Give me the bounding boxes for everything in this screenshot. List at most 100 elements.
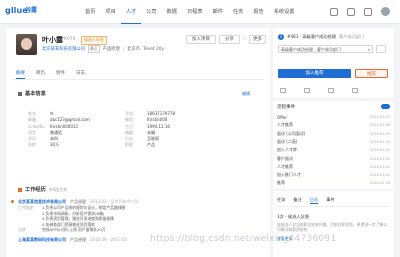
nav-item[interactable]: 任务 (228, 0, 248, 24)
note-icon[interactable] (352, 88, 358, 93)
star-icon[interactable]: ☆ (242, 35, 247, 42)
activity-tab[interactable]: 备注 (293, 197, 301, 204)
nav-item[interactable]: 公司 (141, 0, 161, 24)
process-event-label: 推荐 (277, 180, 285, 186)
process-event[interactable]: Offer 2018.03.07 (277, 113, 390, 121)
work-detail-label: 业绩 (18, 227, 26, 233)
candidate-company[interactable]: 北京某某科技有限公司 (42, 46, 85, 52)
more-button[interactable]: 更多 (249, 35, 266, 44)
tab-divider (12, 79, 264, 80)
process-events-card: 流程事件 Offer 2018.03.07 人才推荐 2018.03.06 面试 (公司… (273, 101, 394, 189)
field-value: 产品 (147, 142, 155, 148)
candidate-location: 北京市 (127, 47, 141, 52)
nav-item[interactable]: 项目 (100, 0, 120, 24)
pipeline-card: 1 #461 · 高级客户成功经理 客户成功部门 高级客户成功经理 · 客户成功… (273, 28, 394, 98)
field-label: 年龄 (28, 142, 36, 148)
step-label[interactable]: #461 · 高级客户成功经理 (287, 34, 336, 40)
basic-info-fields: 姓名叶手机 18637179778 邮箱 abc123@gmail.com 微信 Kris… (28, 111, 248, 149)
note-desc: 该候选人对当前职位较有兴趣，目前在职状态，希望进一步了解公司情况和薪资结构 (277, 222, 388, 232)
process-event-date: 2018.02.28 (369, 181, 390, 186)
edit-basic-button[interactable]: 编辑 (242, 91, 250, 97)
app-window: gllue 谷露 首页 项目 人才 公司 数据 日程表 邮件 任务 报告 系统设置 叶小露 #07… (0, 0, 400, 257)
process-event[interactable]: 面试 (二面) 2018.03.04 (277, 138, 390, 146)
process-event[interactable]: 加入人才库 2018.03.03 (277, 146, 390, 154)
work-role: 产品经理 (70, 236, 86, 242)
info-row: 年龄 30万 职能 产品 (28, 142, 248, 148)
page-body: 叶小露 #079 候选人标签 北京某某科技有限公司 最近 产品经理 | 北京市 … (0, 24, 400, 257)
candidate-tag[interactable]: 候选人标签 (81, 35, 107, 45)
activity-tab[interactable]: 事件 (326, 197, 334, 204)
process-event-date: 2018.03.04 (369, 139, 390, 144)
quick-actions (280, 88, 358, 93)
user-avatar[interactable] (381, 7, 390, 16)
candidate-panel: 叶小露 #079 候选人标签 北京某某科技有限公司 最近 产品经理 | 北京市 … (6, 28, 270, 257)
basic-info-heading: 基本信息 (18, 90, 46, 97)
process-event[interactable]: 人才推荐 2018.03.06 (277, 121, 390, 129)
work-detail-text: 完成APP从0到1上线 用户量增长20万 (42, 227, 106, 233)
process-event-date: 2018.03.05 (369, 131, 390, 136)
mail-icon[interactable] (304, 88, 310, 93)
logo[interactable]: gllue 谷露 (5, 5, 45, 17)
process-event-date: 2018.03.06 (369, 123, 390, 128)
nav-item[interactable]: 系统设置 (269, 0, 300, 24)
right-sidebar: 1 #461 · 高级客户成功经理 客户成功部门 高级客户成功经理 · 客户成功… (273, 28, 394, 257)
activity-tab[interactable]: 日志 (309, 197, 319, 204)
step-dept: 客户成功部门 (339, 34, 365, 39)
toggle-switch[interactable] (381, 104, 390, 109)
watermark: https://blog.csdn.net/weixin_44736091 (150, 234, 337, 244)
help-icon[interactable] (364, 7, 372, 16)
section-icon (18, 187, 22, 192)
profile-tab[interactable]: 日志 (76, 70, 85, 79)
nav-item[interactable]: 报告 (248, 0, 268, 24)
nav-item[interactable]: 数据 (162, 0, 182, 24)
candidate-name: 叶小露 (42, 36, 63, 44)
timeline-dot (11, 200, 14, 203)
job-select-value: 高级客户成功经理 · 客户成功部门 (281, 47, 341, 52)
nav-item[interactable]: 首页 (80, 0, 100, 24)
main-nav: 首页 项目 人才 公司 数据 日程表 邮件 任务 报告 系统设置 (80, 0, 299, 24)
basic-info-title: 基本信息 (25, 91, 46, 97)
process-event-date: 2018.03.01 (369, 173, 390, 178)
divider (277, 206, 390, 207)
work-company[interactable]: 上海某某数码科技有限公司 (18, 237, 66, 243)
note-title: 1次 - 候选人反馈 (277, 214, 309, 219)
activity-tab[interactable]: 任务 (277, 197, 285, 204)
work-date: 2010.09 - 2013.03 (90, 237, 128, 243)
nav-item[interactable]: 邮件 (208, 0, 228, 24)
field-value: 30万 (50, 142, 60, 148)
process-event[interactable]: 人才推荐 2018.03.01 (277, 163, 390, 171)
process-event[interactable]: 客户面试 2018.03.02 (277, 155, 390, 163)
profile-tab[interactable]: 简历 (36, 70, 45, 79)
share-button[interactable]: 分享 (219, 35, 240, 44)
section-icon (18, 91, 22, 96)
search-icon[interactable] (330, 7, 338, 16)
phone-icon[interactable] (280, 88, 286, 93)
settings-icon[interactable] (376, 45, 386, 53)
top-navbar: gllue 谷露 首页 项目 人才 公司 数据 日程表 邮件 任务 报告 系统设置 (0, 0, 400, 24)
process-event[interactable]: 推荐 2018.02.28 (277, 179, 390, 187)
nav-item[interactable]: 日程表 (182, 0, 208, 24)
candidate-meta: 北京某某科技有限公司 最近 产品经理 | 北京市 Tenet 20y (42, 45, 164, 53)
profile-tabs: 概要 简历 附件 日志 (16, 70, 85, 79)
meta-separator: | (122, 46, 125, 52)
activity-tabs: 任务 备注 日志 事件 (277, 197, 335, 204)
work-title: 工作经历 (25, 187, 46, 193)
process-event[interactable]: 面试 (公司面试) 2018.03.05 (277, 130, 390, 138)
process-event-label: Offer (277, 114, 288, 120)
chevron-down-icon: ▾ (367, 47, 370, 52)
process-event-label: 人才推荐 (277, 163, 293, 169)
add-recommend-button[interactable]: 加入推荐 (278, 69, 351, 78)
logo-cn: 谷露 (25, 7, 38, 14)
process-event-label: 人才推荐 (277, 122, 293, 128)
activity-card: 任务 备注 日志 事件 1次 - 候选人反馈 该候选人对当前职位较有兴趣，目前在职状态… (273, 191, 394, 257)
process-event[interactable]: 加入推门人才 2018.03.01 (277, 171, 390, 179)
bell-icon[interactable] (347, 7, 355, 16)
profile-tab[interactable]: 附件 (56, 70, 65, 79)
add-to-project-button[interactable]: 加入项目 (186, 35, 216, 44)
message-icon[interactable] (328, 88, 334, 93)
recommend-button[interactable]: 推荐 (355, 69, 388, 78)
profile-tab[interactable]: 概要 (16, 70, 25, 79)
job-select[interactable]: 高级客户成功经理 · 客户成功部门 ▾ (278, 45, 373, 53)
nav-item[interactable]: 人才 (120, 0, 142, 24)
work-heading: 工作经历 共4段工作 (18, 186, 67, 193)
